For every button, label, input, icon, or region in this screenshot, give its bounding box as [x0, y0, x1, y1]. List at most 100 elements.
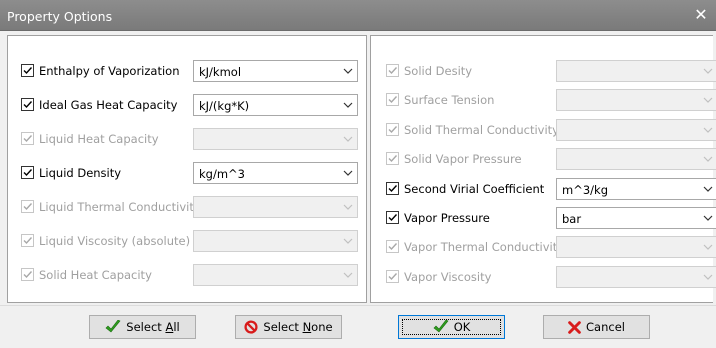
- property-checkbox: [21, 200, 34, 213]
- property-checkbox[interactable]: [386, 181, 399, 195]
- property-label: Vapor Pressure: [404, 211, 490, 225]
- property-checkbox: [21, 132, 34, 145]
- select-none-button[interactable]: Select None: [235, 315, 342, 339]
- property-checkbox[interactable]: [21, 166, 34, 179]
- property-row-enthalpy-of-vaporization: Enthalpy of Vaporization kJ/kmol: [8, 60, 366, 82]
- left-property-panel: Enthalpy of Vaporization kJ/kmol Ideal Gas…: [7, 35, 367, 303]
- unit-dropdown[interactable]: m^3/kg: [556, 177, 716, 200]
- unit-dropdown[interactable]: bar: [556, 207, 716, 229]
- property-checkbox: [386, 240, 399, 254]
- property-checkbox: [386, 122, 399, 136]
- property-checkbox: [21, 234, 34, 247]
- checkmark-icon: [388, 184, 398, 192]
- chevron-down-icon: [343, 102, 353, 108]
- chevron-down-icon: [703, 244, 713, 251]
- unit-dropdown[interactable]: kg/m^3: [193, 162, 358, 184]
- chevron-down-icon: [703, 127, 713, 133]
- property-row-solid-vapor-pressure: Solid Vapor Pressure: [371, 148, 716, 171]
- cancel-label: Cancel: [586, 320, 625, 334]
- property-row-vapor-viscosity: Vapor Viscosity: [371, 265, 716, 288]
- unit-value: m^3/kg: [562, 182, 608, 197]
- ok-label: OK: [453, 320, 471, 334]
- property-checkbox: [386, 269, 399, 283]
- chevron-down-icon: [343, 272, 353, 278]
- checkmark-icon: [23, 67, 33, 75]
- property-label: Solid Heat Capacity: [39, 268, 152, 282]
- green-check-icon: [433, 320, 449, 333]
- checkmark-icon: [388, 272, 398, 280]
- checkmark-icon: [23, 203, 33, 211]
- checkmark-icon: [23, 101, 33, 109]
- chevron-down-icon: [343, 68, 353, 74]
- dialog-body: Enthalpy of Vaporization kJ/kmol Ideal Gas…: [0, 31, 716, 348]
- unit-dropdown: [556, 89, 716, 112]
- property-row-ideal-gas-heat-capacity: Ideal Gas Heat Capacity kJ/(kg*K): [8, 94, 366, 116]
- property-row-vapor-thermal-conductivity: Vapor Thermal Conductivity: [371, 236, 716, 259]
- property-label: Liquid Density: [39, 166, 122, 180]
- property-label: Liquid Thermal Conductivity: [39, 200, 201, 214]
- unit-dropdown: [193, 230, 358, 252]
- chevron-down-icon: [343, 136, 353, 142]
- property-label: Ideal Gas Heat Capacity: [39, 98, 178, 112]
- select-all-label: Select All: [126, 320, 180, 334]
- property-row-solid-desity: Solid Desity: [371, 60, 716, 82]
- unit-dropdown: [193, 128, 358, 150]
- property-row-liquid-heat-capacity: Liquid Heat Capacity: [8, 128, 366, 150]
- cancel-button[interactable]: Cancel: [543, 315, 650, 339]
- property-label: Vapor Viscosity: [404, 269, 492, 284]
- property-row-liquid-viscosity-absolute: Liquid Viscosity (absolute): [8, 230, 366, 252]
- checkmark-icon: [23, 135, 33, 143]
- unit-dropdown: [556, 118, 716, 141]
- select-all-button[interactable]: Select All: [89, 315, 196, 339]
- property-row-solid-heat-capacity: Solid Heat Capacity: [8, 264, 366, 286]
- window-title: Property Options: [7, 9, 113, 24]
- chevron-down-icon: [703, 215, 713, 221]
- property-checkbox: [21, 268, 34, 281]
- unit-dropdown[interactable]: kJ/kmol: [193, 60, 358, 82]
- property-label: Liquid Viscosity (absolute): [39, 234, 191, 248]
- property-label: Solid Vapor Pressure: [404, 152, 522, 167]
- chevron-down-icon: [703, 274, 713, 280]
- checkmark-icon: [388, 67, 398, 75]
- ok-button[interactable]: OK: [398, 315, 505, 339]
- chevron-down-icon: [703, 186, 713, 192]
- property-label: Surface Tension: [404, 93, 495, 108]
- property-label: Liquid Heat Capacity: [39, 132, 159, 146]
- green-check-icon: [105, 320, 121, 333]
- property-checkbox: [386, 93, 399, 107]
- property-row-liquid-thermal-conductivity: Liquid Thermal Conductivity: [8, 196, 366, 218]
- close-icon[interactable]: ✕: [690, 4, 712, 26]
- chevron-down-icon: [343, 170, 353, 176]
- right-property-panel: Solid Desity Surface Tension Solid Thermal…: [370, 35, 716, 303]
- unit-dropdown: [556, 265, 716, 288]
- chevron-down-icon: [343, 204, 353, 210]
- property-row-second-virial-coefficient: Second Virial Coefficient m^3/kg: [371, 177, 716, 200]
- checkmark-icon: [388, 155, 398, 163]
- chevron-down-icon: [703, 68, 713, 74]
- property-row-vapor-pressure: Vapor Pressure bar: [371, 207, 716, 229]
- chevron-down-icon: [343, 238, 353, 244]
- chevron-down-icon: [703, 97, 713, 104]
- property-label: Second Virial Coefficient: [404, 181, 545, 196]
- unit-dropdown: [193, 196, 358, 218]
- select-none-label: Select None: [263, 320, 333, 334]
- property-label: Solid Thermal Conductivity: [404, 122, 559, 137]
- red-no-icon: [244, 320, 258, 334]
- unit-value: kJ/kmol: [199, 65, 242, 79]
- checkmark-icon: [388, 214, 398, 222]
- property-checkbox[interactable]: [21, 98, 34, 111]
- property-row-solid-thermal-conductivity: Solid Thermal Conductivity: [371, 118, 716, 141]
- unit-dropdown: [556, 60, 716, 82]
- checkmark-icon: [388, 125, 398, 133]
- property-checkbox: [386, 64, 399, 77]
- property-label: Enthalpy of Vaporization: [39, 64, 180, 78]
- red-x-icon: [568, 320, 581, 334]
- unit-value: kJ/(kg*K): [199, 99, 250, 113]
- property-checkbox[interactable]: [386, 211, 399, 224]
- checkmark-icon: [23, 271, 33, 279]
- property-checkbox[interactable]: [21, 64, 34, 77]
- chevron-down-icon: [703, 156, 713, 163]
- checkmark-icon: [388, 96, 398, 104]
- unit-dropdown[interactable]: kJ/(kg*K): [193, 94, 358, 116]
- footer-divider: [0, 305, 716, 306]
